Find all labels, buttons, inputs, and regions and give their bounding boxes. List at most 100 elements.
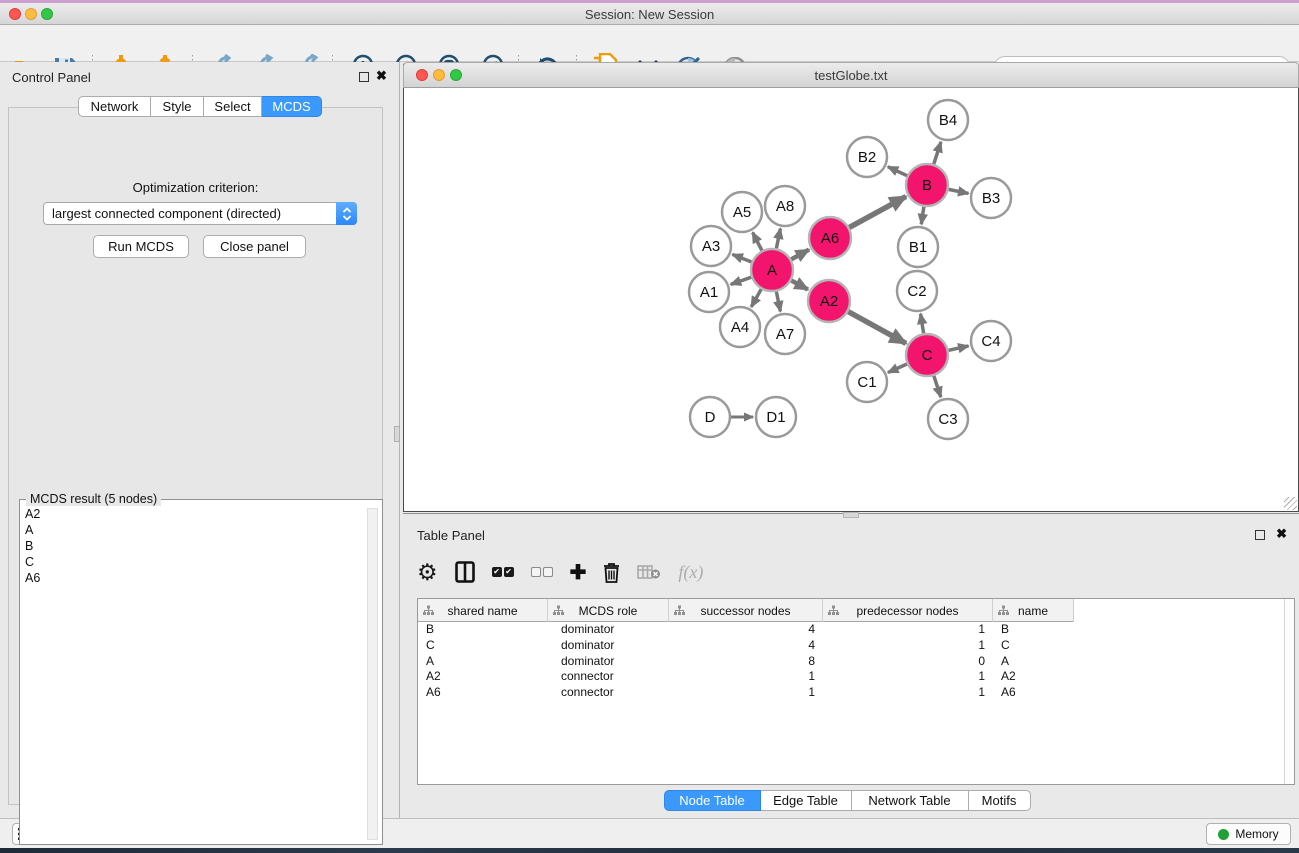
graph-node-A7[interactable]: A7 — [765, 314, 805, 354]
tab-network-table[interactable]: Network Table — [852, 790, 969, 811]
table-body: Bdominator41BCdominator41CAdominator80AA… — [418, 622, 1294, 784]
column-selector-icon[interactable] — [455, 561, 475, 583]
graph-node-B3[interactable]: B3 — [971, 178, 1011, 218]
vertical-splitter[interactable] — [391, 62, 403, 818]
graph-node-D1[interactable]: D1 — [756, 397, 796, 437]
svg-text:A8: A8 — [776, 198, 794, 215]
splitter-handle[interactable] — [394, 426, 400, 442]
close-panel-icon[interactable]: ✖ — [1276, 526, 1287, 542]
table-cell: dominator — [548, 638, 669, 654]
graph-node-A3[interactable]: A3 — [691, 226, 731, 266]
graph-edge — [888, 167, 907, 176]
graph-edge — [934, 142, 941, 164]
graph-node-B[interactable]: B — [906, 164, 948, 206]
graph-node-B4[interactable]: B4 — [928, 100, 968, 140]
table-toolbar: ⚙ ✔✔ ✚ f(x) — [417, 554, 703, 590]
table-panel: Table Panel ✖ ⚙ ✔✔ ✚ f(x) shared nameMCD… — [403, 520, 1299, 818]
table-row[interactable]: A2connector11A2 — [418, 669, 1294, 685]
table-cell: A — [993, 654, 1074, 670]
control-panel-title: Control Panel — [12, 70, 91, 85]
add-column-icon[interactable]: ✚ — [570, 560, 587, 585]
graph-edge — [732, 254, 751, 262]
optimization-criterion-select[interactable]: largest connected component (directed) — [43, 202, 357, 225]
table-cell: connector — [548, 669, 669, 685]
window-resize-grip[interactable] — [1284, 497, 1297, 510]
mcds-result-box: MCDS result (5 nodes) A2ABCA6 — [19, 499, 383, 845]
column-header-shared-name[interactable]: shared name — [418, 599, 548, 622]
network-canvas[interactable]: B4 B2 B B3 B1 A5 A8 A6 A3 A A1 A2 C2 A4 A7 C4 C C1 C3 D D1 — [403, 88, 1299, 512]
graph-edge — [753, 232, 762, 250]
tab-motifs[interactable]: Motifs — [969, 790, 1031, 811]
result-item[interactable]: C — [25, 554, 364, 570]
graph-node-A1[interactable]: A1 — [689, 272, 729, 312]
tab-select[interactable]: Select — [204, 96, 262, 117]
delete-column-icon[interactable] — [603, 562, 620, 583]
network-graph: B4 B2 B B3 B1 A5 A8 A6 A3 A A1 A2 C2 A4 A7 C4 C C1 C3 D D1 — [404, 88, 1298, 510]
close-panel-icon[interactable]: ✖ — [376, 68, 387, 84]
close-panel-button[interactable]: Close panel — [203, 235, 306, 258]
splitter-handle[interactable] — [843, 512, 859, 518]
graph-node-C1[interactable]: C1 — [847, 362, 887, 402]
result-item[interactable]: A — [25, 522, 364, 538]
graph-node-B1[interactable]: B1 — [898, 227, 938, 267]
graph-node-A4[interactable]: A4 — [720, 307, 760, 347]
table-row[interactable]: A6connector11A6 — [418, 685, 1294, 701]
table-row[interactable]: Cdominator41C — [418, 638, 1294, 654]
tab-mcds[interactable]: MCDS — [262, 96, 322, 117]
run-mcds-button[interactable]: Run MCDS — [93, 235, 189, 258]
tab-network[interactable]: Network — [78, 96, 151, 117]
result-item[interactable]: A6 — [25, 570, 364, 586]
table-row[interactable]: Bdominator41B — [418, 622, 1294, 638]
float-panel-icon[interactable] — [359, 72, 369, 82]
control-panel-body: Optimization criterion: largest connecte… — [8, 107, 383, 805]
graph-node-C4[interactable]: C4 — [971, 321, 1011, 361]
result-item[interactable]: A2 — [25, 506, 364, 522]
graph-node-D[interactable]: D — [690, 397, 730, 437]
table-cell: dominator — [548, 622, 669, 638]
column-header-MCDS-role[interactable]: MCDS role — [548, 599, 669, 622]
table-cell: A — [418, 654, 548, 670]
graph-node-A[interactable]: A — [751, 249, 793, 291]
column-header-predecessor-nodes[interactable]: predecessor nodes — [823, 599, 993, 622]
table-cell: 0 — [823, 654, 993, 670]
tab-style[interactable]: Style — [151, 96, 204, 117]
graph-edge — [921, 207, 924, 224]
main-titlebar: Session: New Session — [0, 3, 1299, 25]
horizontal-splitter[interactable] — [403, 512, 1299, 520]
select-all-icon[interactable]: ✔✔ — [492, 567, 514, 577]
graph-node-C3[interactable]: C3 — [928, 399, 968, 439]
optimization-criterion-label: Optimization criterion: — [9, 180, 382, 195]
control-panel: Control Panel ✖ Optimization criterion: … — [0, 62, 391, 818]
column-header-successor-nodes[interactable]: successor nodes — [669, 599, 823, 622]
deselect-all-icon[interactable] — [531, 567, 553, 577]
float-panel-icon[interactable] — [1255, 530, 1265, 540]
svg-text:A4: A4 — [731, 319, 749, 336]
graph-node-A2[interactable]: A2 — [808, 280, 850, 322]
graph-edge — [888, 364, 907, 373]
graph-node-B2[interactable]: B2 — [847, 137, 887, 177]
memory-button[interactable]: Memory — [1206, 823, 1291, 845]
table-cell: dominator — [548, 654, 669, 670]
tab-edge-table[interactable]: Edge Table — [761, 790, 852, 811]
control-panel-tabs: NetworkStyleSelectMCDS — [78, 96, 322, 117]
svg-text:D: D — [705, 409, 716, 426]
svg-text:A7: A7 — [776, 326, 794, 343]
graph-node-A5[interactable]: A5 — [722, 192, 762, 232]
result-item[interactable]: B — [25, 538, 364, 554]
session-title: Session: New Session — [0, 7, 1299, 22]
svg-text:B4: B4 — [939, 112, 957, 129]
result-scrollbar[interactable] — [367, 508, 378, 840]
table-scrollbar[interactable] — [1284, 599, 1294, 784]
graph-node-A6[interactable]: A6 — [809, 217, 851, 259]
graph-node-C2[interactable]: C2 — [897, 271, 937, 311]
column-type-icon — [674, 605, 685, 616]
tab-node-table[interactable]: Node Table — [664, 790, 761, 811]
graph-node-C[interactable]: C — [906, 334, 948, 376]
network-window-titlebar[interactable]: testGlobe.txt — [403, 62, 1299, 88]
table-header-row: shared nameMCDS rolesuccessor nodesprede… — [418, 599, 1074, 622]
graph-node-A8[interactable]: A8 — [765, 186, 805, 226]
table-options-gear-icon[interactable]: ⚙ — [417, 562, 438, 582]
column-type-icon — [828, 605, 839, 616]
column-header-name[interactable]: name — [993, 599, 1074, 622]
table-row[interactable]: Adominator80A — [418, 654, 1294, 670]
